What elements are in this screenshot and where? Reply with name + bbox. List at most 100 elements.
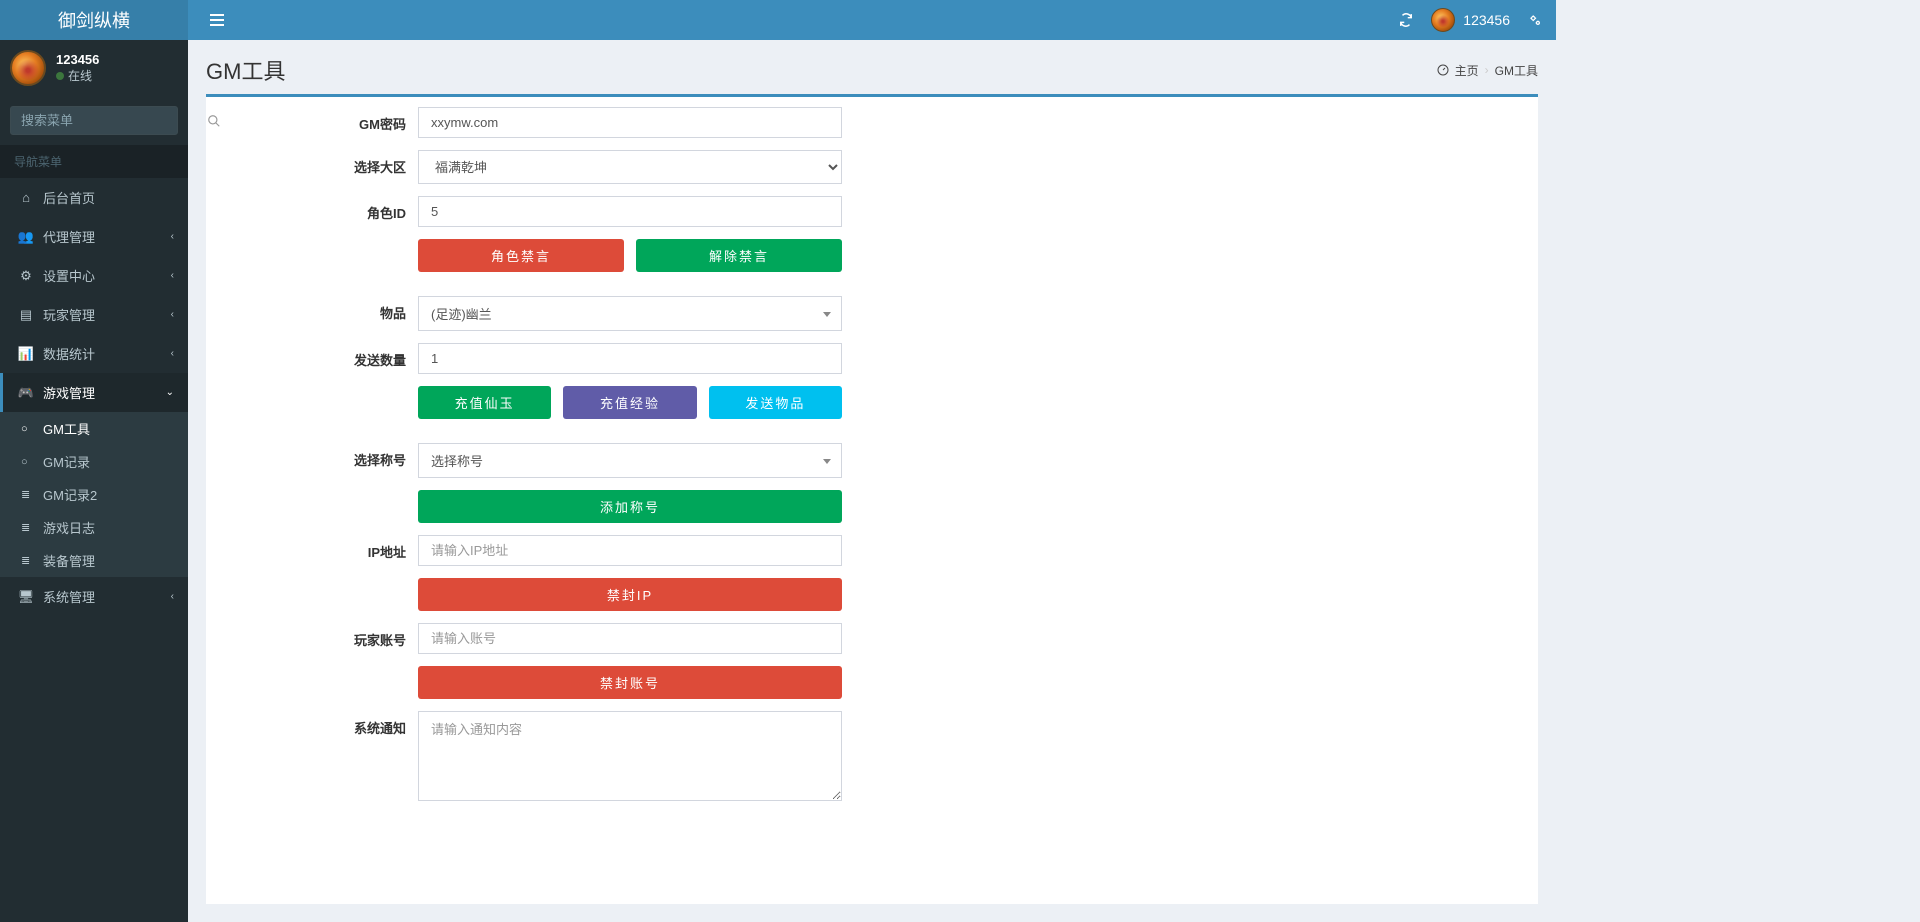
page-title: GM工具 <box>206 54 285 86</box>
note-icon: ▤ <box>17 307 35 323</box>
account-label: 玩家账号 <box>218 623 418 654</box>
zone-select[interactable]: 福满乾坤 <box>418 150 842 184</box>
sidebar-item-stats[interactable]: 📊 数据统计 ‹ <box>0 334 188 373</box>
nav-label: 数据统计 <box>43 344 95 363</box>
sidebar-item-agent[interactable]: 👥 代理管理 ‹ <box>0 217 188 256</box>
avatar <box>10 50 46 86</box>
role-id-input[interactable] <box>418 196 842 227</box>
chevron-left-icon: ‹ <box>171 348 174 359</box>
topbar: 123456 <box>188 0 1556 40</box>
zone-label: 选择大区 <box>218 150 418 184</box>
desktop-icon: 🖥 <box>17 589 35 605</box>
avatar <box>1431 8 1455 32</box>
refresh-button[interactable] <box>1399 13 1413 27</box>
user-status: 在线 <box>56 67 99 84</box>
notice-label: 系统通知 <box>218 711 418 804</box>
add-title-button[interactable]: 添加称号 <box>418 490 842 523</box>
sidebar-item-players[interactable]: ▤ 玩家管理 ‹ <box>0 295 188 334</box>
ip-input[interactable] <box>418 535 842 566</box>
item-select[interactable]: (足迹)幽兰 <box>418 296 842 331</box>
nav-label: 代理管理 <box>43 227 95 246</box>
content-header: GM工具 主页 › GM工具 <box>188 40 1556 94</box>
unban-role-button[interactable]: 解除禁言 <box>636 239 842 272</box>
cogs-icon: ⚙ <box>17 268 35 284</box>
nav-label: GM记录 <box>43 452 90 471</box>
nav-label: GM记录2 <box>43 485 97 504</box>
ip-label: IP地址 <box>218 535 418 566</box>
sidebar: 御剑纵横 123456 在线 导航菜单 ⌂ <box>0 0 188 922</box>
search-input[interactable] <box>11 107 207 134</box>
ban-ip-button[interactable]: 禁封IP <box>418 578 842 611</box>
nav-label: 设置中心 <box>43 266 95 285</box>
account-input[interactable] <box>418 623 842 654</box>
chevron-left-icon: ‹ <box>171 309 174 320</box>
chevron-left-icon: ‹ <box>171 591 174 602</box>
topbar-user[interactable]: 123456 <box>1431 8 1510 32</box>
nav-label: 玩家管理 <box>43 305 95 324</box>
sidebar-item-system[interactable]: 🖥 系统管理 ‹ <box>0 577 188 616</box>
notice-textarea[interactable] <box>418 711 842 801</box>
nav-label: 游戏管理 <box>43 383 95 402</box>
dashboard-icon <box>1437 64 1449 76</box>
gm-password-label: GM密码 <box>218 107 418 138</box>
breadcrumb: 主页 › GM工具 <box>1437 62 1538 79</box>
send-item-button[interactable]: 发送物品 <box>709 386 842 419</box>
nav-label: 后台首页 <box>43 188 95 207</box>
breadcrumb-home[interactable]: 主页 <box>1455 62 1479 79</box>
sidebar-username: 123456 <box>56 52 99 67</box>
ban-account-button[interactable]: 禁封账号 <box>418 666 842 699</box>
users-icon: 👥 <box>17 229 35 245</box>
gamepad-icon: 🎮 <box>17 385 35 401</box>
nav-label: GM工具 <box>43 419 90 438</box>
role-id-label: 角色ID <box>218 196 418 227</box>
circle-icon: ○ <box>21 456 37 468</box>
qty-label: 发送数量 <box>218 343 418 374</box>
gm-password-input[interactable] <box>418 107 842 138</box>
search-button[interactable] <box>207 107 221 134</box>
app-logo: 御剑纵横 <box>0 0 188 40</box>
list-icon: ≣ <box>21 554 37 567</box>
sidebar-search <box>0 96 188 145</box>
chevron-left-icon: ‹ <box>171 270 174 281</box>
qty-input[interactable] <box>418 343 842 374</box>
sub-gm-record2[interactable]: ≣ GM记录2 <box>0 478 188 511</box>
chevron-left-icon: ‹ <box>171 231 174 242</box>
hamburger-toggle[interactable] <box>202 10 232 30</box>
sidebar-item-game[interactable]: 🎮 游戏管理 ⌄ ○ GM工具 ○ GM记录 ≣ GM记录2 ≣ 游戏日志 ≣ 装备管理 <box>0 373 188 577</box>
nav-header: 导航菜单 <box>0 145 188 178</box>
topbar-username: 123456 <box>1463 12 1510 28</box>
content-box: GM密码 选择大区 福满乾坤 角色ID <box>206 94 1538 904</box>
circle-icon: ○ <box>21 423 37 435</box>
chart-icon: 📊 <box>17 346 35 362</box>
home-icon: ⌂ <box>17 190 35 205</box>
search-icon <box>207 114 221 128</box>
sub-gm-tool[interactable]: ○ GM工具 <box>0 412 188 445</box>
sidebar-item-settings[interactable]: ⚙ 设置中心 ‹ <box>0 256 188 295</box>
ban-role-button[interactable]: 角色禁言 <box>418 239 624 272</box>
recharge-jade-button[interactable]: 充值仙玉 <box>418 386 551 419</box>
settings-button[interactable] <box>1528 13 1542 27</box>
gears-icon <box>1528 13 1542 27</box>
nav-label: 系统管理 <box>43 587 95 606</box>
item-label: 物品 <box>218 296 418 331</box>
title-select[interactable]: 选择称号 <box>418 443 842 478</box>
nav-label: 装备管理 <box>43 551 95 570</box>
breadcrumb-sep: › <box>1485 63 1489 77</box>
recharge-exp-button[interactable]: 充值经验 <box>563 386 696 419</box>
chevron-down-icon: ⌄ <box>166 387 174 398</box>
list-icon: ≣ <box>21 488 37 501</box>
user-panel: 123456 在线 <box>0 40 188 96</box>
online-dot-icon <box>56 72 64 80</box>
breadcrumb-current: GM工具 <box>1495 62 1538 79</box>
list-icon: ≣ <box>21 521 37 534</box>
sub-gm-record[interactable]: ○ GM记录 <box>0 445 188 478</box>
nav-menu: ⌂ 后台首页 👥 代理管理 ‹ ⚙ 设置中心 ‹ <box>0 178 188 616</box>
sub-equip-mgmt[interactable]: ≣ 装备管理 <box>0 544 188 577</box>
nav-label: 游戏日志 <box>43 518 95 537</box>
sidebar-item-home[interactable]: ⌂ 后台首页 <box>0 178 188 217</box>
title-label: 选择称号 <box>218 443 418 478</box>
sub-game-log[interactable]: ≣ 游戏日志 <box>0 511 188 544</box>
status-text: 在线 <box>68 67 92 84</box>
bars-icon <box>210 14 224 26</box>
refresh-icon <box>1399 13 1413 27</box>
